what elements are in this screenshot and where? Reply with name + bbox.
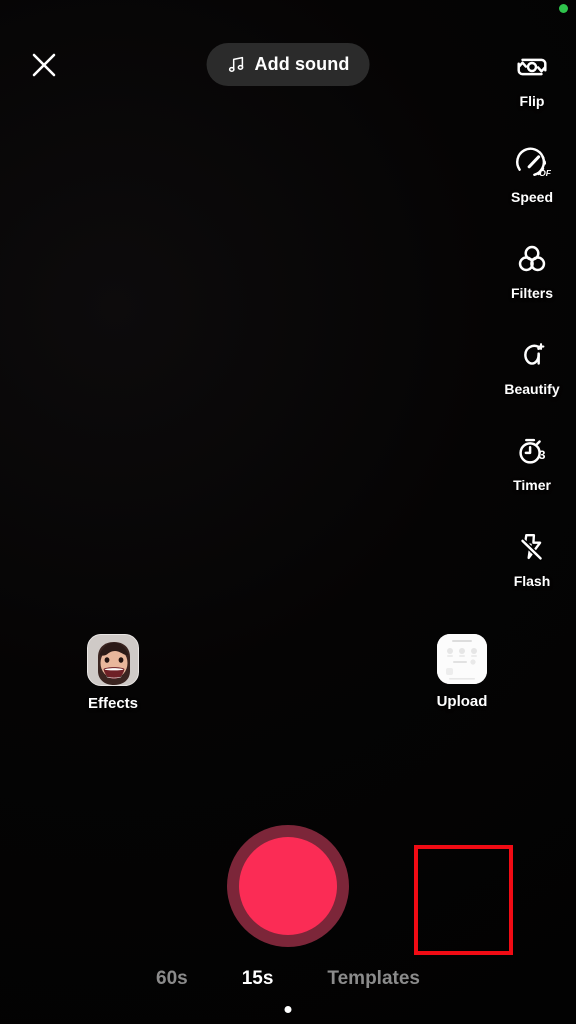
tool-flash-button[interactable]: Flash [488,524,576,620]
upload-button[interactable]: Upload [434,634,490,710]
tool-speed-label: Speed [510,189,553,205]
music-note-icon [228,56,244,72]
record-button-inner [239,837,337,935]
tool-filters-button[interactable]: Filters [488,236,576,332]
tool-filters-label: Filters [510,285,553,301]
flash-off-icon [513,524,551,570]
tool-flash-label: Flash [513,573,551,589]
record-button[interactable] [227,825,349,947]
mode-active-indicator [284,1006,292,1013]
effects-face-thumbnail-icon [87,634,139,686]
speed-value-text: OFF [539,168,551,178]
camera-flip-icon [513,44,551,90]
timer-value-text: 3 [539,448,546,462]
add-sound-label: Add sound [254,54,350,74]
effects-button[interactable]: Effects [84,634,142,712]
beautify-icon [513,332,551,378]
effects-label: Effects [87,695,139,712]
close-icon [32,53,56,77]
close-button[interactable] [28,49,60,81]
tool-beautify-button[interactable]: Beautify [488,332,576,428]
tool-flip-button[interactable]: Flip [488,44,576,140]
tool-speed-button[interactable]: OFF Speed [488,140,576,236]
timer-icon: 3 [513,428,551,474]
tool-timer-label: Timer [513,477,551,493]
mode-selector: 60s 15s Templates [0,968,576,990]
camera-screen: Add sound Flip OF Speed Filters Beautify… [0,0,576,1024]
tool-beautify-label: Beautify [504,381,560,397]
speedometer-icon: OFF [513,140,551,186]
tool-timer-button[interactable]: 3 Timer [488,428,576,524]
upload-gallery-thumbnail-icon [437,634,487,684]
camera-tools-rail: Flip OFF Speed [488,44,576,620]
camera-active-dot-icon [559,4,568,13]
upload-label: Upload [436,693,488,710]
add-sound-button[interactable]: Add sound [206,43,370,86]
mode-templates[interactable]: Templates [327,968,420,990]
mode-60s[interactable]: 60s [156,968,188,990]
filters-icon [513,236,551,282]
tool-flip-label: Flip [519,93,545,109]
mode-15s[interactable]: 15s [242,968,274,990]
